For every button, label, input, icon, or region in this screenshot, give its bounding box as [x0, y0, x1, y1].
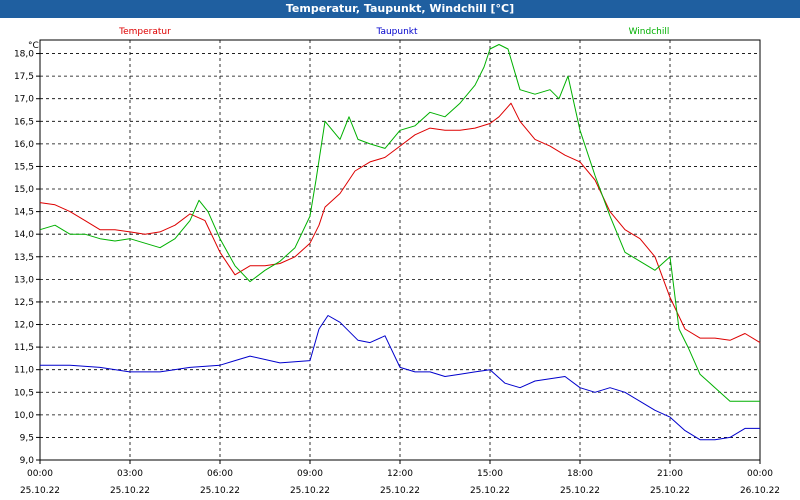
y-axis-label: °C — [28, 41, 39, 51]
y-tick-label: 15,0 — [14, 185, 34, 195]
y-tick-label: 15,5 — [14, 162, 34, 172]
x-tick-time-label: 00:00 — [27, 469, 53, 479]
x-tick-time-label: 03:00 — [117, 469, 143, 479]
legend-windchill: Windchill — [629, 27, 670, 37]
y-tick-label: 11,0 — [14, 366, 34, 376]
y-tick-label: 13,0 — [14, 275, 34, 285]
y-tick-label: 16,0 — [14, 140, 34, 150]
line-chart: 9,0 9,5 10,0 10,5 11,0 11,5 12,0 12,5 13,0 13,5 14… — [14, 27, 780, 496]
x-tick-date-label: 25.10.22 — [200, 486, 240, 496]
y-tick-label: 10,0 — [14, 411, 34, 421]
legend-temperatur: Temperatur — [118, 27, 171, 37]
y-tick-label: 10,5 — [14, 388, 34, 398]
y-tick-label: 12,0 — [14, 321, 34, 331]
x-tick-time-label: 21:00 — [657, 469, 683, 479]
y-tick-label: 9,0 — [20, 456, 35, 466]
y-axis: 9,0 9,5 10,0 10,5 11,0 11,5 12,0 12,5 13,0 13,5 14… — [14, 50, 40, 466]
y-tick-label: 12,5 — [14, 298, 34, 308]
y-tick-label: 18,0 — [14, 50, 34, 60]
y-tick-label: 13,5 — [14, 253, 34, 263]
x-tick-time-label: 06:00 — [207, 469, 233, 479]
y-tick-label: 14,5 — [14, 208, 34, 218]
y-tick-label: 17,5 — [14, 72, 34, 82]
y-tick-label: 17,0 — [14, 95, 34, 105]
x-tick-time-label: 12:00 — [387, 469, 413, 479]
x-tick-date-label: 25.10.22 — [560, 486, 600, 496]
x-tick-date-label: 25.10.22 — [470, 486, 510, 496]
x-tick-date-label: 25.10.22 — [20, 486, 60, 496]
x-tick-date-label: 25.10.22 — [380, 486, 420, 496]
legend-taupunkt: Taupunkt — [375, 27, 418, 37]
x-tick-date-label: 25.10.22 — [650, 486, 690, 496]
x-tick-date-label: 25.10.22 — [290, 486, 330, 496]
x-tick-time-label: 15:00 — [477, 469, 503, 479]
x-tick-time-label: 18:00 — [567, 469, 593, 479]
x-tick-date-label: 25.10.22 — [110, 486, 150, 496]
y-tick-label: 11,5 — [14, 343, 34, 353]
x-axis: 00:00 25.10.22 03:00 25.10.22 06:00 25.10.22 0… — [20, 460, 780, 496]
y-tick-label: 9,5 — [20, 433, 34, 443]
x-tick-time-label: 00:00 — [747, 469, 773, 479]
x-tick-date-label: 26.10.22 — [740, 486, 780, 496]
y-tick-label: 16,5 — [14, 117, 34, 127]
x-tick-time-label: 09:00 — [297, 469, 323, 479]
y-tick-label: 14,0 — [14, 230, 34, 240]
